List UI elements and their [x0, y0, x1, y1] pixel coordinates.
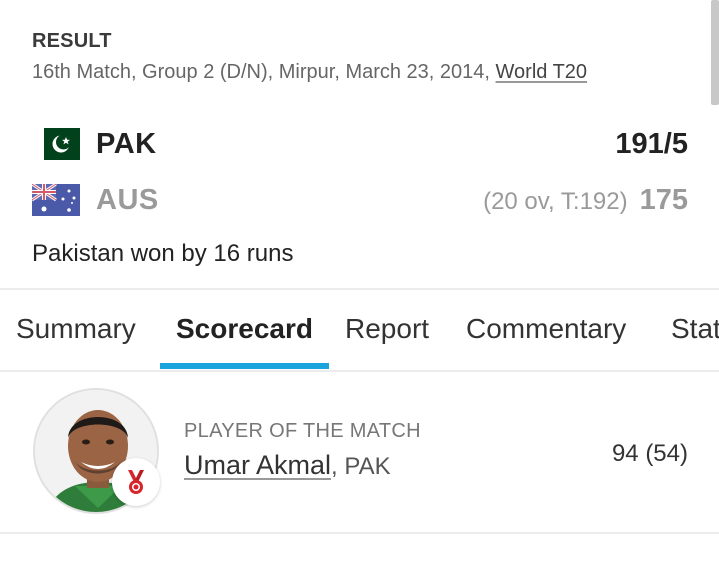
- team-score: 191/5: [615, 127, 688, 160]
- active-tab-indicator: [160, 363, 329, 369]
- tab-bar: Summary Scorecard Report Commentary Stat…: [0, 290, 719, 370]
- tab-scorecard[interactable]: Scorecard: [160, 290, 329, 370]
- tab-summary[interactable]: Summary: [0, 290, 152, 370]
- team-name: PAK: [96, 127, 157, 160]
- result-label: RESULT: [32, 30, 112, 52]
- player-team: , PAK: [331, 453, 391, 480]
- team-score-wrap: 191/5: [615, 128, 688, 161]
- medal-icon: [112, 458, 160, 506]
- divider: [0, 532, 719, 534]
- player-score: 94 (54): [611, 440, 688, 467]
- overs-target: (20 ov, T:192): [483, 187, 628, 215]
- team-score-wrap: (20 ov, T:192) 175: [483, 184, 688, 217]
- pakistan-flag-icon: [32, 128, 80, 160]
- team-score: 175: [639, 183, 688, 216]
- match-details: 16th Match, Group 2 (D/N), Mirpur, March…: [32, 61, 496, 83]
- tab-stats[interactable]: Stats: [655, 290, 719, 370]
- australia-flag-icon: [32, 184, 80, 216]
- potm-name-line: Umar Akmal, PAK: [184, 450, 391, 481]
- match-result-text: Pakistan won by 16 runs: [32, 240, 294, 267]
- tab-commentary[interactable]: Commentary: [450, 290, 642, 370]
- player-name-link[interactable]: Umar Akmal: [184, 450, 331, 480]
- scrollbar[interactable]: [711, 0, 719, 105]
- team-row-pak[interactable]: PAK 191/5: [32, 124, 688, 164]
- potm-label: PLAYER OF THE MATCH: [184, 420, 421, 442]
- series-link[interactable]: World T20: [496, 61, 588, 83]
- team-name: AUS: [96, 183, 159, 216]
- player-of-the-match-card[interactable]: PLAYER OF THE MATCH Umar Akmal, PAK 94 (…: [0, 372, 719, 532]
- tab-report[interactable]: Report: [329, 290, 445, 370]
- match-info: 16th Match, Group 2 (D/N), Mirpur, March…: [32, 61, 699, 84]
- match-header: RESULT 16th Match, Group 2 (D/N), Mirpur…: [32, 30, 699, 84]
- team-row-aus[interactable]: AUS (20 ov, T:192) 175: [32, 180, 688, 220]
